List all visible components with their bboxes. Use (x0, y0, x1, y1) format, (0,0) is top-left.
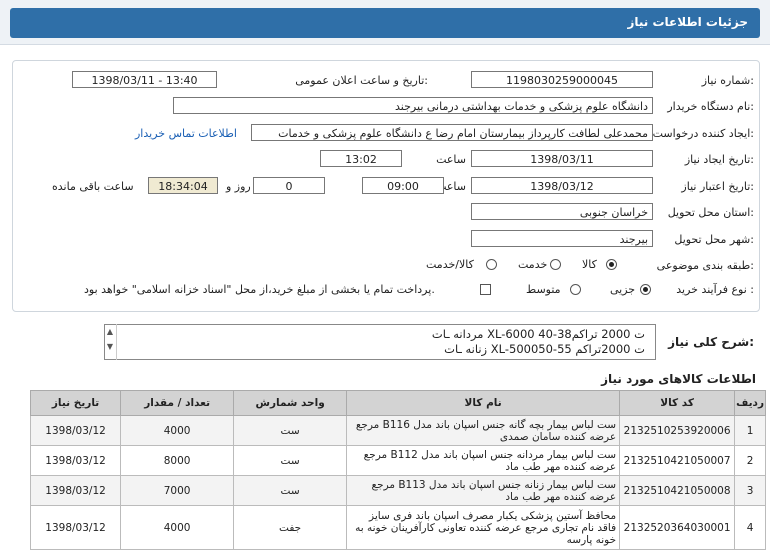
validity-time-field[interactable]: 09:00 (362, 177, 444, 194)
header-name: نام کالا (346, 390, 621, 416)
cell-row: 1 (734, 415, 766, 446)
cell-code: 2132510421050008 (619, 475, 736, 506)
cell-date: 1398/03/12 (29, 475, 122, 506)
need-number-field[interactable]: 1198030259000045 (471, 71, 653, 88)
created-date-label: تاریخ ایجاد نیاز: (684, 153, 754, 166)
days-field[interactable]: 0 (253, 177, 325, 194)
created-time-label: ساعت (436, 153, 466, 166)
description-label: شرح کلی نیاز: (668, 335, 754, 349)
description-line-1: مردانه ـات XL-6000 ت 2000 تراکم38-40 (431, 327, 645, 341)
creator-label: ایجاد کننده درخواست: (652, 127, 754, 140)
header-unit: واحد شمارش (233, 390, 348, 416)
header-title-bar: جزئیات اطلاعات نیاز (10, 8, 760, 38)
cell-name: ست لباس بیمار زنانه جنس اسپان باند مدل B… (346, 475, 621, 506)
header-bar: جزئیات اطلاعات نیاز (0, 0, 770, 45)
payment-note: پرداخت تمام یا بخشی از مبلغ خرید،از محل … (84, 283, 435, 296)
header-row-no: ردیف (734, 390, 766, 416)
process-option-minor: جزیی (610, 283, 636, 296)
header-code: کد کالا (619, 390, 736, 416)
cell-unit: ست (233, 475, 348, 506)
process-radio-medium[interactable] (570, 284, 581, 295)
cell-date: 1398/03/12 (29, 445, 122, 476)
cell-code: 2132510253920006 (619, 415, 736, 446)
announce-label: تاریخ و ساعت اعلان عمومی: (295, 74, 428, 87)
cell-unit: جفت (233, 505, 348, 550)
buyer-field[interactable]: دانشگاه علوم پزشکی و خدمات بهداشتی درمان… (173, 97, 653, 114)
city-label: شهر محل تحویل: (674, 233, 754, 246)
creator-field[interactable]: محمدعلی لطافت کارپرداز بیمارستان امام رض… (251, 124, 653, 141)
province-label: استان محل تحویل: (667, 206, 754, 219)
process-option-medium: متوسط (526, 283, 561, 296)
validity-date-field[interactable]: 1398/03/12 (471, 177, 653, 194)
cell-name: محافظ آستین پزشکی یکبار مصرف اسپان باند … (346, 505, 621, 550)
header-date: تاریخ نیاز (29, 390, 122, 416)
province-field[interactable]: خراسان جنوبی (471, 203, 653, 220)
city-field[interactable]: بیرجند (471, 230, 653, 247)
cell-code: 2132520364030001 (619, 505, 736, 550)
validity-label: تاریخ اعتبار نیاز: (681, 180, 754, 193)
table-row[interactable]: 4 2132520364030001 محافظ آستین پزشکی یکب… (29, 505, 766, 550)
items-table-header: ردیف کد کالا نام کالا واحد شمارش تعداد /… (29, 390, 766, 416)
remaining-label: ساعت باقی مانده (52, 180, 134, 193)
header-qty: تعداد / مقدار (120, 390, 235, 416)
cell-name: ست لباس بیمار مردانه جنس اسپان باند مدل … (346, 445, 621, 476)
treasury-checkbox[interactable] (480, 284, 491, 295)
items-table: ردیف کد کالا نام کالا واحد شمارش تعداد /… (29, 390, 766, 550)
cell-qty: 4000 (120, 415, 235, 446)
need-number-label: شماره نیاز: (701, 74, 754, 87)
page-title: جزئیات اطلاعات نیاز (627, 15, 748, 29)
cell-row: 2 (734, 445, 766, 476)
cell-row: 3 (734, 475, 766, 506)
cell-date: 1398/03/12 (29, 415, 122, 446)
cell-code: 2132510421050007 (619, 445, 736, 476)
table-row[interactable]: 1 2132510253920006 ست لباس بیمار بچه گان… (29, 415, 766, 446)
announce-field[interactable]: 1398/03/11 - 13:40 (72, 71, 217, 88)
category-radio-service[interactable] (550, 259, 561, 270)
category-label: طبقه بندی موضوعی: (656, 259, 754, 272)
cell-unit: ست (233, 445, 348, 476)
days-label: روز و (226, 180, 251, 193)
cell-qty: 8000 (120, 445, 235, 476)
scroll-arrows-icon[interactable]: ▲ ▼ (104, 324, 117, 360)
cell-name: ست لباس بیمار بچه گانه جنس اسپان باند مد… (346, 415, 621, 446)
table-row[interactable]: 3 2132510421050008 ست لباس بیمار زنانه ج… (29, 475, 766, 506)
cell-qty: 7000 (120, 475, 235, 506)
process-label: نوع فرآیند خرید : (676, 283, 754, 296)
cell-unit: ست (233, 415, 348, 446)
process-radio-minor[interactable] (640, 284, 651, 295)
category-option-service: خدمت (518, 258, 548, 271)
description-textarea[interactable]: ▲ ▼ مردانه ـات XL-6000 ت 2000 تراکم38-40 … (104, 324, 656, 360)
remaining-time-field: 18:34:04 (148, 177, 218, 194)
category-option-goods: کالا (582, 258, 597, 271)
created-time-field[interactable]: 13:02 (320, 150, 402, 167)
category-radio-goods-service[interactable] (486, 259, 497, 270)
table-row[interactable]: 2 2132510421050007 ست لباس بیمار مردانه … (29, 445, 766, 476)
category-radio-goods[interactable] (606, 259, 617, 270)
cell-row: 4 (734, 505, 766, 550)
cell-date: 1398/03/12 (29, 505, 122, 550)
buyer-label: نام دستگاه خریدار: (667, 100, 754, 113)
description-line-2: زنانه ـات XL-5000ت 2000تراکم 55-50 (444, 342, 645, 356)
items-section-title: اطلاعات کالاهای مورد نیاز (601, 372, 756, 386)
created-date-field[interactable]: 1398/03/11 (471, 150, 653, 167)
contact-buyer-link[interactable]: اطلاعات تماس خریدار (135, 127, 237, 140)
category-option-goods-service: کالا/خدمت (426, 258, 474, 271)
cell-qty: 4000 (120, 505, 235, 550)
